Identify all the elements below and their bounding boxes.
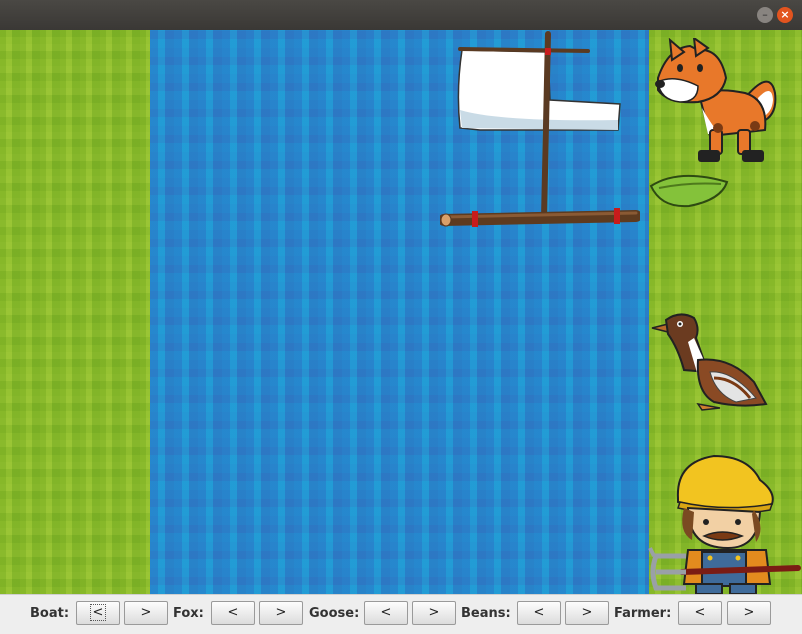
goose-right-button[interactable]: > [412, 601, 456, 625]
control-panel: Boat: < > Fox: < > Goose: < > Beans: < >… [0, 594, 802, 634]
game-scene [0, 30, 802, 594]
fox-right-button[interactable]: > [259, 601, 303, 625]
boat-left-button-text: < [89, 604, 107, 621]
close-icon[interactable]: × [777, 7, 793, 23]
fox-label: Fox: [173, 606, 204, 621]
farmer-right-button[interactable]: > [727, 601, 771, 625]
beans-sprite[interactable] [649, 170, 731, 210]
goose-left-button[interactable]: < [364, 601, 408, 625]
farmer-left-button[interactable]: < [678, 601, 722, 625]
boat-label: Boat: [30, 606, 70, 621]
beans-left-button[interactable]: < [517, 601, 561, 625]
farmer-sprite[interactable] [648, 452, 802, 594]
boat-right-button[interactable]: > [124, 601, 168, 625]
minimize-icon[interactable]: – [757, 7, 773, 23]
beans-right-button[interactable]: > [565, 601, 609, 625]
farmer-label: Farmer: [614, 606, 672, 621]
boat-sprite [440, 31, 640, 227]
fox-sprite[interactable] [650, 38, 780, 164]
goose-label: Goose: [309, 606, 360, 621]
left-bank [0, 30, 150, 594]
boat-left-button[interactable]: < [76, 601, 120, 625]
goose-sprite[interactable] [650, 312, 772, 412]
fox-left-button[interactable]: < [211, 601, 255, 625]
beans-label: Beans: [461, 606, 511, 621]
window-titlebar: – × [0, 0, 802, 30]
